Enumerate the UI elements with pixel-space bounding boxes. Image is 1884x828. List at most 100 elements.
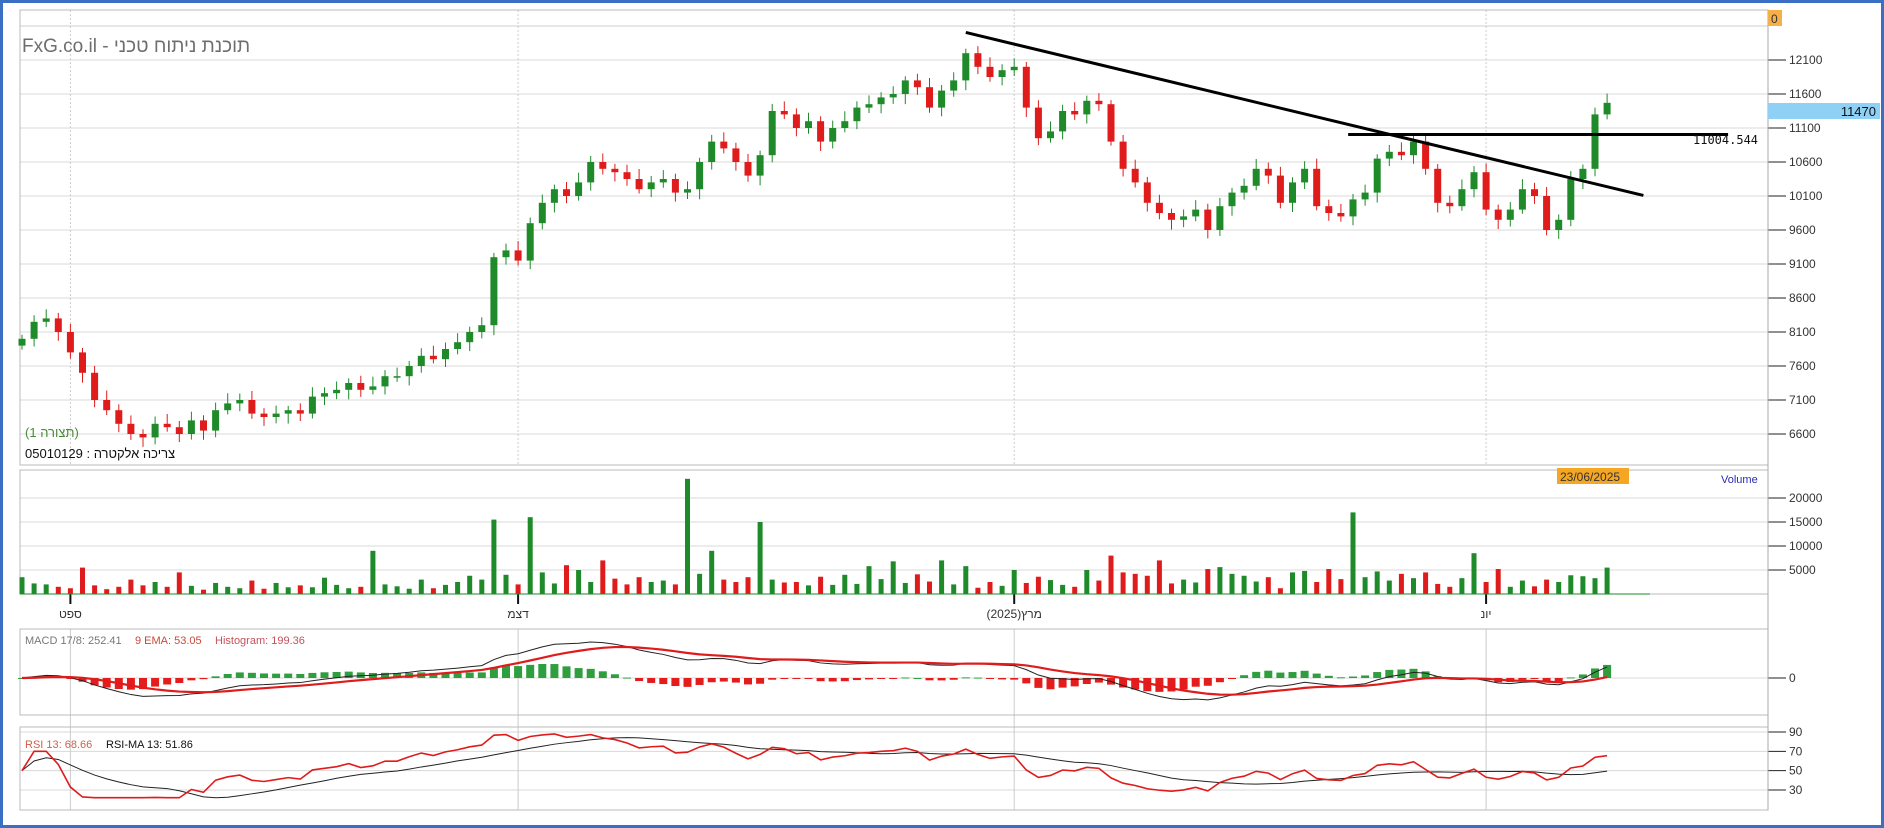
volume-tick-label: 15000: [1789, 515, 1823, 529]
macd-histogram-bar: [465, 672, 474, 678]
candle-down: [260, 413, 268, 417]
volume-bar: [588, 582, 594, 594]
volume-bar: [1011, 570, 1017, 594]
candle-up: [526, 223, 534, 261]
macd-histogram-bar: [1530, 678, 1539, 679]
volume-bar: [237, 588, 243, 594]
candle-down: [103, 400, 111, 411]
macd-histogram-bar: [320, 672, 329, 678]
volume-bar: [890, 561, 896, 594]
macd-histogram-bar: [973, 677, 982, 679]
macd-histogram-bar: [780, 678, 789, 679]
candle-down: [720, 141, 728, 149]
candle-down: [792, 114, 800, 128]
volume-bar: [564, 565, 569, 594]
candle-up: [1458, 189, 1466, 207]
candle-up: [901, 80, 909, 94]
volume-bar: [1374, 571, 1380, 594]
price-tick-label: 8600: [1789, 291, 1816, 305]
volume-bar: [140, 585, 146, 594]
volume-bar: [1532, 586, 1537, 594]
macd-histogram-bar: [695, 678, 704, 685]
volume-bar: [309, 587, 315, 594]
macd-histogram-bar: [1566, 677, 1575, 679]
volume-bar: [334, 584, 340, 594]
macd-histogram-bar: [1215, 678, 1224, 683]
volume-bar: [1181, 579, 1187, 594]
trend-lines[interactable]: [965, 31, 1729, 197]
macd-histogram-bar: [719, 678, 728, 682]
candle-up: [187, 420, 195, 434]
volume-bar: [757, 522, 763, 594]
volume-bar: [261, 588, 267, 594]
candle-up: [1192, 209, 1200, 217]
candle-up: [1301, 168, 1309, 183]
candle-down: [1325, 206, 1333, 213]
macd-histogram-bar: [707, 678, 716, 683]
volume-bar: [927, 581, 932, 594]
volume-bar: [660, 580, 666, 594]
volume-tick-label: 5000: [1789, 563, 1816, 577]
volume-bar: [1265, 577, 1271, 594]
stock-chart[interactable]: 12100 11600 11100 10600 10100 9600 9100 8600 810…: [0, 0, 1884, 828]
volume-bar: [539, 572, 545, 594]
candle-up: [1240, 185, 1248, 193]
macd-histogram-bar: [768, 678, 777, 680]
macd-histogram-bar: [598, 671, 607, 678]
candle-up: [1289, 182, 1296, 203]
volume-bar: [963, 566, 969, 594]
volume-bar: [322, 577, 327, 594]
volume-bar: [1459, 578, 1465, 594]
macd-histogram-bar: [949, 678, 958, 680]
volume-bar: [443, 584, 448, 594]
macd-histogram-bar: [1240, 675, 1249, 678]
volume-bar: [1241, 575, 1247, 594]
volume-bar: [1338, 579, 1344, 594]
macd-line: [21, 641, 1608, 701]
candle-up: [1518, 189, 1526, 210]
volume-bar: [999, 585, 1005, 594]
volume-bar: [721, 579, 727, 594]
macd-histogram-bar: [1034, 678, 1043, 688]
volume-bar: [201, 589, 206, 594]
macd-histogram-bar: [659, 678, 668, 685]
candle-up: [1506, 209, 1514, 220]
macd-histogram-bar: [913, 677, 922, 679]
volume-bar: [902, 582, 908, 594]
volume-bar: [479, 579, 485, 594]
volume-bar: [1144, 575, 1150, 594]
rsi-ma-label: RSI-MA 13: 51.86: [106, 739, 193, 751]
volume-bar: [1326, 569, 1332, 594]
macd-label: MACD 17/8: 252.41: [25, 635, 122, 647]
candle-up: [502, 250, 510, 258]
candle-up: [345, 383, 353, 390]
macd-histogram-bar: [453, 672, 462, 678]
macd-histogram-bar: [1046, 678, 1055, 690]
macd-histogram-bar: [865, 678, 873, 680]
candle-up: [950, 80, 958, 91]
candle-up: [659, 179, 667, 183]
candle-down: [1131, 168, 1139, 183]
volume-bar: [491, 519, 497, 594]
volume-bar: [346, 588, 352, 594]
month-label: מרץ(2025): [986, 607, 1041, 621]
candle-up: [1579, 168, 1587, 179]
macd-histogram-bar: [1228, 678, 1236, 679]
volume-bar: [67, 588, 73, 594]
macd-histogram-bar: [586, 668, 595, 678]
macd-histogram-bar: [852, 678, 861, 681]
candle-up: [1603, 102, 1611, 115]
volume-bar: [685, 478, 690, 594]
volume-bar: [455, 582, 461, 594]
macd-histogram-bar: [1288, 672, 1297, 678]
volume-bar: [648, 582, 654, 594]
volume-bar: [430, 588, 436, 594]
rsi-tick-label: 30: [1789, 783, 1803, 797]
volume-bar: [1507, 586, 1513, 594]
volume-bar: [1592, 578, 1598, 594]
volume-bar: [624, 584, 630, 594]
volume-bar: [1544, 579, 1550, 594]
macd-histogram-bar: [816, 678, 825, 682]
ema-label: 9 EMA: 53.05: [135, 635, 202, 647]
volume-bar: [152, 582, 158, 594]
